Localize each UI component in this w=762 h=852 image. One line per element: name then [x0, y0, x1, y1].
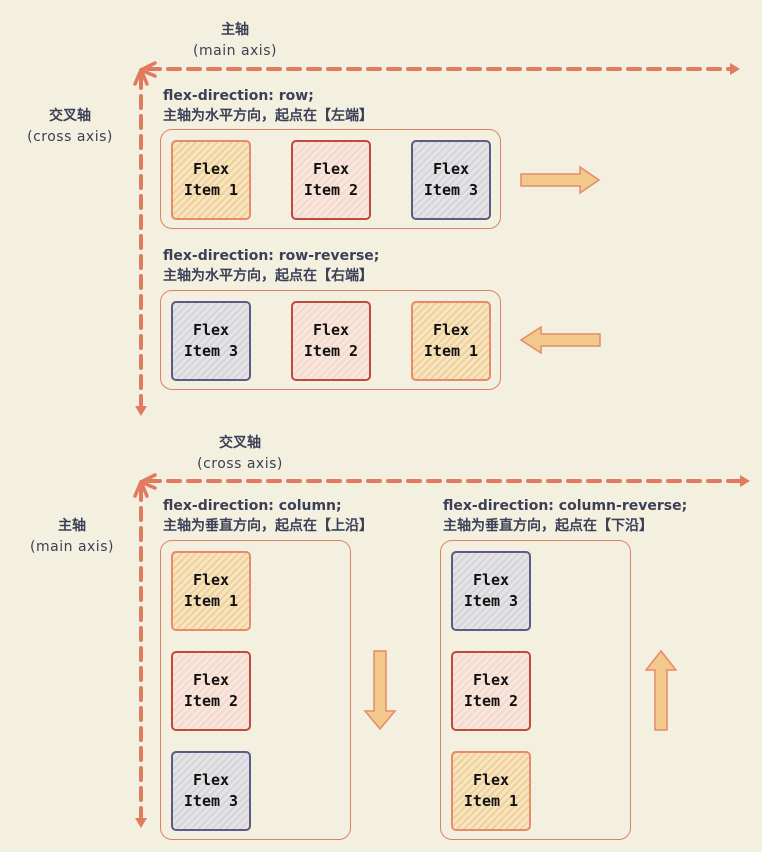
flex-item-label: Item 3	[463, 592, 519, 610]
flex-item: Flex Item 3	[451, 551, 531, 631]
flex-item-label: Item 2	[303, 181, 359, 199]
flex-item-text: Flex Item 1	[424, 320, 478, 362]
flex-item-label: Flex	[472, 771, 510, 789]
column-code: flex-direction: column;	[163, 498, 342, 514]
column-description: flex-direction: column; 主轴为垂直方向，起点在【上沿】	[163, 496, 373, 536]
flex-item-label: Flex	[472, 671, 510, 689]
bottom-main-axis-arrow	[135, 486, 147, 828]
flex-item-label: Item 2	[463, 692, 519, 710]
row-reverse-description: flex-direction: row-reverse; 主轴为水平方向，起点在…	[163, 246, 379, 286]
flex-item-label: Item 1	[183, 592, 239, 610]
flex-item-label: Item 3	[183, 792, 239, 810]
flex-item-label: Flex	[432, 321, 470, 339]
flex-item-label: Flex	[472, 571, 510, 589]
flex-item-text: Flex Item 2	[464, 670, 518, 712]
row-container: Flex Item 1 Flex Item 2 Flex Item 3	[160, 129, 501, 229]
right-arrow	[520, 165, 601, 195]
flex-item-label: Flex	[312, 160, 350, 178]
top-cross-axis-label: 交叉轴 (cross axis)	[10, 106, 130, 148]
flex-item: Flex Item 1	[411, 301, 491, 381]
flex-item-label: Item 2	[183, 692, 239, 710]
main-axis-label-zh: 主轴	[58, 518, 86, 534]
flex-item-text: Flex Item 2	[304, 159, 358, 201]
row-desc: 主轴为水平方向，起点在【左端】	[163, 108, 373, 124]
flex-item: Flex Item 1	[171, 551, 251, 631]
bottom-cross-axis-arrow	[146, 475, 750, 487]
flex-item-text: Flex Item 3	[184, 770, 238, 812]
flex-item-label: Flex	[192, 771, 230, 789]
flex-item-text: Flex Item 1	[184, 570, 238, 612]
top-main-axis-arrow	[146, 63, 740, 75]
flex-item-label: Flex	[192, 321, 230, 339]
flex-item: Flex Item 2	[291, 140, 371, 220]
left-arrow	[519, 325, 601, 355]
column-desc: 主轴为垂直方向，起点在【上沿】	[163, 518, 373, 534]
column-reverse-description: flex-direction: column-reverse; 主轴为垂直方向，…	[443, 496, 687, 536]
cross-axis-label-en: (cross axis)	[197, 456, 283, 472]
flex-item-text: Flex Item 3	[424, 159, 478, 201]
flex-item-text: Flex Item 1	[464, 770, 518, 812]
column-container: Flex Item 1 Flex Item 2 Flex Item 3	[160, 540, 351, 840]
row-code: flex-direction: row;	[163, 88, 314, 104]
flex-item-text: Flex Item 3	[184, 320, 238, 362]
flex-item: Flex Item 3	[411, 140, 491, 220]
column-reverse-container: Flex Item 3 Flex Item 2 Flex Item 1	[440, 540, 631, 840]
row-reverse-code: flex-direction: row-reverse;	[163, 248, 380, 264]
flex-item-label: Item 2	[303, 342, 359, 360]
flex-item-text: Flex Item 3	[464, 570, 518, 612]
flex-item-text: Flex Item 1	[184, 159, 238, 201]
flex-item-label: Item 1	[423, 342, 479, 360]
bottom-origin-arrowheads	[133, 473, 157, 498]
cross-axis-label-zh: 交叉轴	[49, 108, 91, 124]
top-main-axis-label: 主轴 (main axis)	[175, 20, 295, 62]
top-origin-arrowheads	[133, 61, 157, 86]
flex-item: Flex Item 1	[171, 140, 251, 220]
flex-item-label: Item 3	[183, 342, 239, 360]
flex-item-label: Flex	[192, 671, 230, 689]
cross-axis-label-en: (cross axis)	[27, 129, 113, 145]
flex-item: Flex Item 2	[291, 301, 371, 381]
flex-item: Flex Item 3	[171, 751, 251, 831]
flex-item-label: Flex	[312, 321, 350, 339]
flex-item-label: Flex	[432, 160, 470, 178]
main-axis-label-en: (main axis)	[30, 539, 114, 555]
flex-item-label: Item 3	[423, 181, 479, 199]
cross-axis-label-zh: 交叉轴	[219, 435, 261, 451]
flex-item: Flex Item 2	[171, 651, 251, 731]
flex-item: Flex Item 1	[451, 751, 531, 831]
column-reverse-desc: 主轴为垂直方向，起点在【下沿】	[443, 518, 653, 534]
flex-item-label: Item 1	[463, 792, 519, 810]
flex-item-label: Item 1	[183, 181, 239, 199]
row-reverse-container: Flex Item 3 Flex Item 2 Flex Item 1	[160, 290, 501, 390]
flex-item-label: Flex	[192, 571, 230, 589]
bottom-cross-axis-label: 交叉轴 (cross axis)	[180, 433, 300, 475]
top-cross-axis-arrow	[135, 74, 147, 416]
down-arrow	[363, 650, 397, 731]
flex-item-label: Flex	[192, 160, 230, 178]
row-description: flex-direction: row; 主轴为水平方向，起点在【左端】	[163, 86, 373, 126]
up-arrow	[644, 649, 678, 731]
flex-item-text: Flex Item 2	[304, 320, 358, 362]
flex-item: Flex Item 2	[451, 651, 531, 731]
flex-item: Flex Item 3	[171, 301, 251, 381]
main-axis-label-en: (main axis)	[193, 43, 277, 59]
flex-item-text: Flex Item 2	[184, 670, 238, 712]
main-axis-label-zh: 主轴	[221, 22, 249, 38]
row-reverse-desc: 主轴为水平方向，起点在【右端】	[163, 268, 373, 284]
bottom-main-axis-label: 主轴 (main axis)	[12, 516, 132, 558]
column-reverse-code: flex-direction: column-reverse;	[443, 498, 688, 514]
